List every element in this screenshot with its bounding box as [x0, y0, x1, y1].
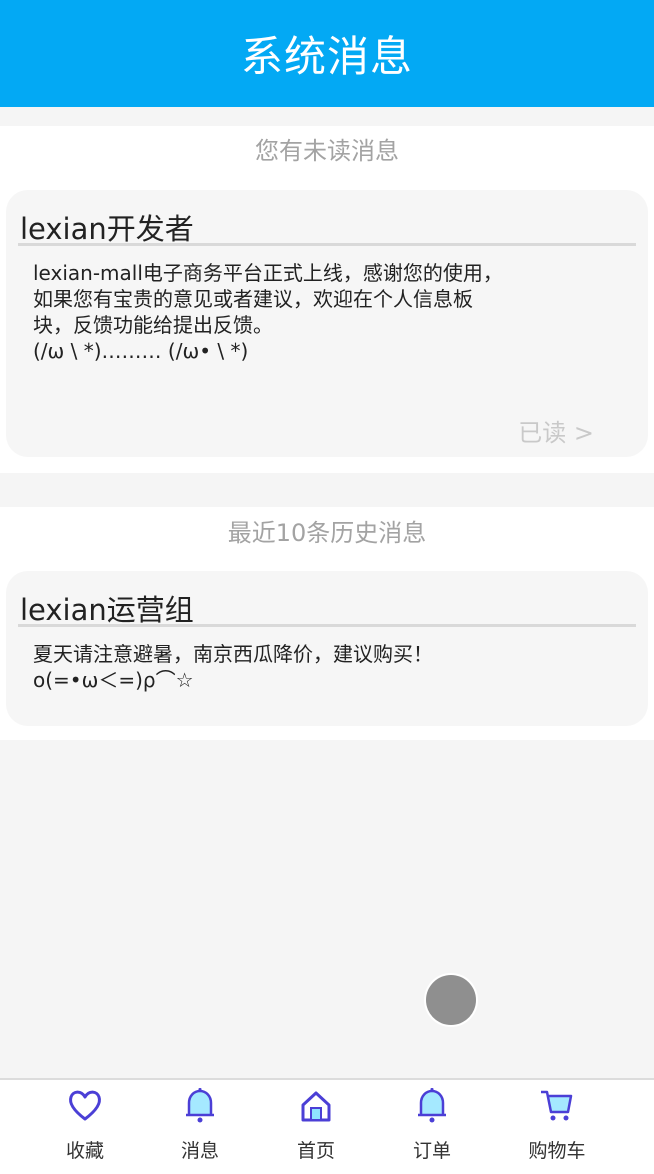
cart-icon: [541, 1090, 573, 1121]
message-sender: lexian运营组: [20, 593, 194, 627]
tab-label: 购物车: [528, 1140, 586, 1162]
history-section: 最近10条历史消息 lexian运营组 夏天请注意避暑，南京西瓜降价，建议购买！…: [0, 507, 654, 740]
tab-label: 首页: [296, 1140, 335, 1162]
header-bar: 系统消息: [0, 0, 654, 107]
history-section-title: 最近10条历史消息: [227, 519, 427, 547]
unread-message-card[interactable]: lexian开发者 lexian-mall电子商务平台正式上线，感谢您的使用， …: [6, 190, 648, 457]
tab-messages[interactable]: 消息: [145, 1080, 255, 1170]
unread-section: 您有未读消息 lexian开发者 lexian-mall电子商务平台正式上线，感…: [0, 126, 654, 473]
history-message-card[interactable]: lexian运营组 夏天请注意避暑，南京西瓜降价，建议购买！ o(=•ω＜=)ρ…: [6, 571, 648, 726]
floating-assistive-button[interactable]: [426, 975, 476, 1025]
message-body: lexian-mall电子商务平台正式上线，感谢您的使用， 如果您有宝贵的意见或…: [33, 261, 503, 363]
tab-home[interactable]: 首页: [261, 1080, 371, 1170]
card-divider: [18, 243, 636, 246]
message-sender: lexian开发者: [20, 212, 194, 246]
tab-orders[interactable]: 订单: [377, 1080, 487, 1170]
tab-label: 消息: [180, 1140, 219, 1162]
message-body: 夏天请注意避暑，南京西瓜降价，建议购买！ o(=•ω＜=)ρ⌒☆: [33, 642, 433, 692]
bell-icon: [186, 1088, 214, 1123]
unread-section-title: 您有未读消息: [255, 137, 399, 165]
tab-cart[interactable]: 购物车: [502, 1080, 612, 1170]
tab-label: 订单: [412, 1140, 451, 1162]
tab-label: 收藏: [65, 1140, 104, 1162]
home-icon: [301, 1091, 331, 1122]
page-title: 系统消息: [240, 32, 413, 81]
card-divider: [18, 624, 636, 627]
tab-favorites[interactable]: 收藏: [30, 1080, 140, 1170]
mark-read-button[interactable]: 已读 >: [518, 413, 594, 448]
bell-icon: [418, 1088, 446, 1123]
bottom-tab-bar: 收藏 消息 首页 订单 购物车: [0, 1078, 654, 1174]
heart-icon: [69, 1090, 101, 1121]
